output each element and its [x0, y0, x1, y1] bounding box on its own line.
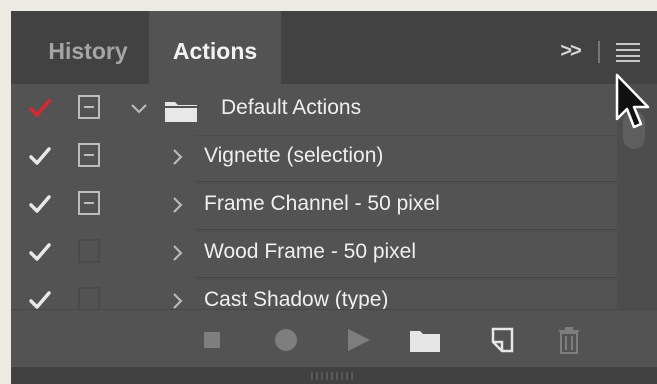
action-set-row[interactable]: Default Actions — [11, 84, 617, 132]
play-icon[interactable] — [346, 327, 372, 353]
new-set-folder-icon[interactable] — [409, 327, 441, 353]
dialog-toggle-icon[interactable] — [78, 239, 100, 263]
action-row[interactable]: Wood Frame - 50 pixel — [11, 228, 617, 278]
chevron-down-icon[interactable] — [130, 100, 148, 118]
new-action-icon[interactable] — [489, 326, 517, 354]
action-row[interactable]: Frame Channel - 50 pixel — [11, 180, 617, 230]
actions-panel: History Actions >> Default Actions Vignet… — [11, 11, 657, 384]
toggle-check-icon[interactable] — [28, 144, 52, 168]
dialog-toggle-icon[interactable] — [78, 95, 100, 119]
chevron-right-icon[interactable] — [168, 148, 186, 166]
action-set-label: Default Actions — [221, 96, 362, 119]
actions-list: Default Actions Vignette (selection) Frame… — [11, 84, 617, 309]
chevron-right-icon[interactable] — [168, 244, 186, 262]
toggle-check-icon[interactable] — [28, 96, 52, 120]
toggle-check-icon[interactable] — [28, 240, 52, 264]
chevron-right-icon[interactable] — [168, 196, 186, 214]
dialog-toggle-icon[interactable] — [78, 191, 100, 215]
mouse-cursor-icon — [615, 73, 650, 129]
folder-icon — [165, 102, 197, 122]
toggle-check-icon[interactable] — [28, 192, 52, 216]
expand-panel-button[interactable]: >> — [556, 39, 584, 63]
action-label: Wood Frame - 50 pixel — [204, 240, 417, 263]
stop-icon[interactable] — [203, 331, 221, 349]
action-label: Vignette (selection) — [204, 144, 384, 167]
action-label: Frame Channel - 50 pixel — [204, 192, 440, 215]
tab-history[interactable]: History — [23, 11, 153, 84]
record-icon[interactable] — [273, 327, 299, 353]
action-label: Cast Shadow (type) — [204, 288, 389, 309]
trash-icon[interactable] — [556, 325, 582, 355]
dialog-toggle-icon[interactable] — [78, 143, 100, 167]
tab-actions[interactable]: Actions — [149, 11, 281, 84]
panel-resize-grip[interactable] — [11, 367, 657, 384]
hamburger-menu-icon[interactable] — [616, 41, 640, 62]
grip-icon — [311, 372, 353, 380]
action-row[interactable]: Cast Shadow (type) — [11, 276, 617, 309]
actions-toolbar — [11, 309, 657, 368]
header-divider — [598, 41, 600, 63]
chevron-right-icon[interactable] — [168, 292, 186, 309]
panel-tab-bar: History Actions >> — [11, 11, 657, 84]
toggle-check-icon[interactable] — [28, 288, 52, 309]
action-row[interactable]: Vignette (selection) — [11, 132, 617, 182]
dialog-toggle-icon[interactable] — [78, 287, 100, 309]
